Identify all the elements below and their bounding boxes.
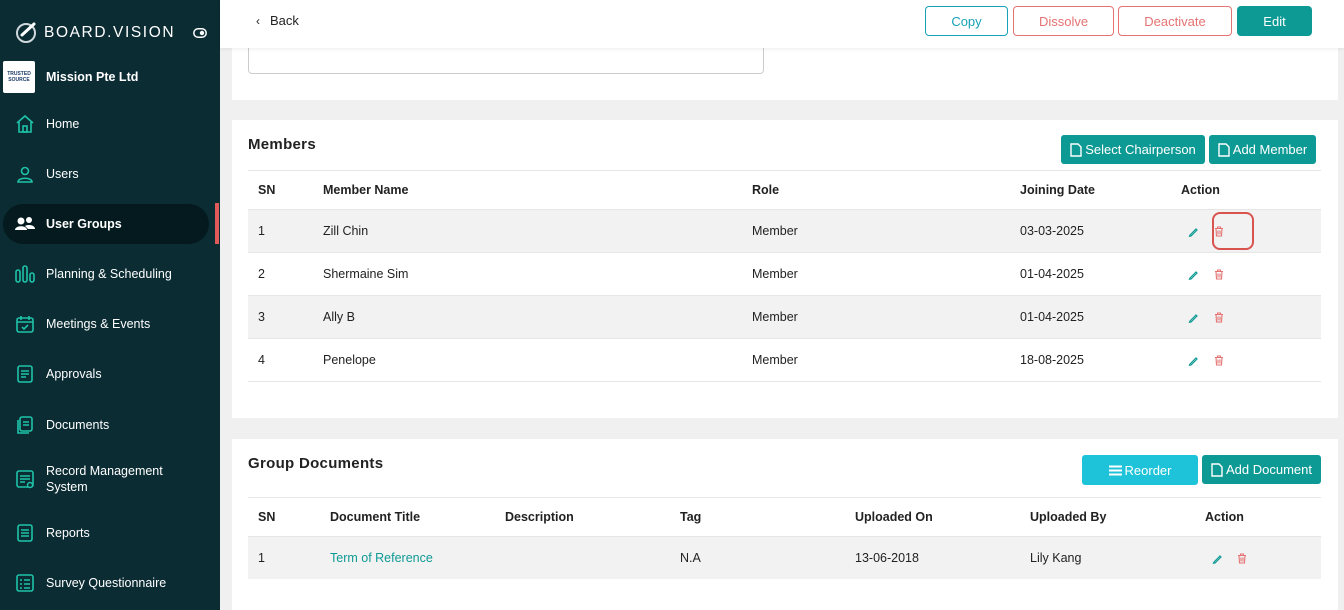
documents-table: SN Document Title Description Tag Upload… [248,497,1321,579]
brand-name: BOARD.VISION [44,24,176,41]
members-title: Members [248,136,316,153]
back-button[interactable]: ‹ Back [256,13,299,28]
copy-button[interactable]: Copy [925,6,1008,36]
list-icon [1108,465,1122,475]
chevron-left-icon: ‹ [256,13,260,28]
group-documents-card: Group Documents Reorder Add Document SN … [232,439,1338,610]
file-icon [1211,462,1223,477]
delete-icon[interactable] [1214,311,1224,323]
file-icon [1218,142,1230,157]
file-icon [1070,142,1082,157]
edit-icon[interactable] [1212,553,1223,564]
document-title-link[interactable]: Term of Reference [330,551,433,565]
calendar-icon [13,312,37,336]
sidebar-item-documents[interactable]: Documents [3,405,209,445]
brand-logo[interactable]: BOARD.VISION [14,20,175,46]
sidebar-item-meetings[interactable]: Meetings & Events [3,304,209,344]
document-row: 1 Term of Reference N.A 13-06-2018 Lily … [248,536,1321,579]
sidebar-item-survey[interactable]: Survey Questionnaire [3,563,209,603]
documents-icon [13,413,37,437]
document-icon [13,362,37,386]
sidebar-item-reports[interactable]: Reports [3,513,209,553]
delete-highlight-marker [1212,212,1254,250]
users-icon [13,212,37,236]
bar-chart-icon [13,262,37,286]
board-vision-logo-icon [16,22,36,43]
sidebar-item-planning[interactable]: Planning & Scheduling [3,254,209,294]
edit-icon[interactable] [1188,312,1199,323]
edit-icon[interactable] [1188,355,1199,366]
member-row: 2 Shermaine Sim Member 01-04-2025 [248,252,1321,296]
deactivate-button[interactable]: Deactivate [1118,6,1232,36]
user-icon [13,162,37,186]
members-table-header: SN Member Name Role Joining Date Action [248,170,1321,210]
select-chairperson-button[interactable]: Select Chairperson [1061,135,1205,164]
organization-switcher[interactable]: TRUSTED SOURCE Mission Pte Ltd [3,61,138,93]
add-document-button[interactable]: Add Document [1202,455,1321,484]
sidebar-item-home[interactable]: Home [3,104,209,144]
members-table: SN Member Name Role Joining Date Action … [248,170,1321,382]
home-icon [13,112,37,136]
member-row: 3 Ally B Member 01-04-2025 [248,295,1321,339]
documents-table-header: SN Document Title Description Tag Upload… [248,497,1321,537]
edit-icon[interactable] [1188,226,1199,237]
records-icon [13,467,37,491]
sidebar-item-records[interactable]: Record Management System [3,458,209,500]
add-member-button[interactable]: Add Member [1209,135,1316,164]
delete-icon[interactable] [1214,354,1224,366]
sidebar-item-user-groups[interactable]: User Groups [3,204,209,244]
sidebar-item-users[interactable]: Users [3,154,209,194]
report-icon [13,521,37,545]
active-indicator [215,203,219,244]
documents-title: Group Documents [248,455,384,472]
sidebar-item-approvals[interactable]: Approvals [3,354,209,394]
delete-icon[interactable] [1237,552,1247,564]
organization-name: Mission Pte Ltd [46,70,139,84]
members-card: Members Select Chairperson Add Member SN… [232,120,1338,418]
sidebar: BOARD.VISION TRUSTED SOURCE Mission Pte … [0,0,220,610]
reorder-button[interactable]: Reorder [1082,455,1198,485]
delete-icon[interactable] [1214,268,1224,280]
dissolve-button[interactable]: Dissolve [1013,6,1114,36]
top-action-bar: ‹ Back Copy Dissolve Deactivate Edit [220,0,1344,48]
edit-icon[interactable] [1188,269,1199,280]
sidebar-toggle-icon[interactable] [193,28,207,38]
member-row: 1 Zill Chin Member 03-03-2025 [248,209,1321,253]
survey-icon [13,571,37,595]
organization-logo: TRUSTED SOURCE [3,61,35,93]
member-row: 4 Penelope Member 18-08-2025 [248,338,1321,382]
edit-button[interactable]: Edit [1237,6,1312,36]
group-details-card [232,40,1338,100]
